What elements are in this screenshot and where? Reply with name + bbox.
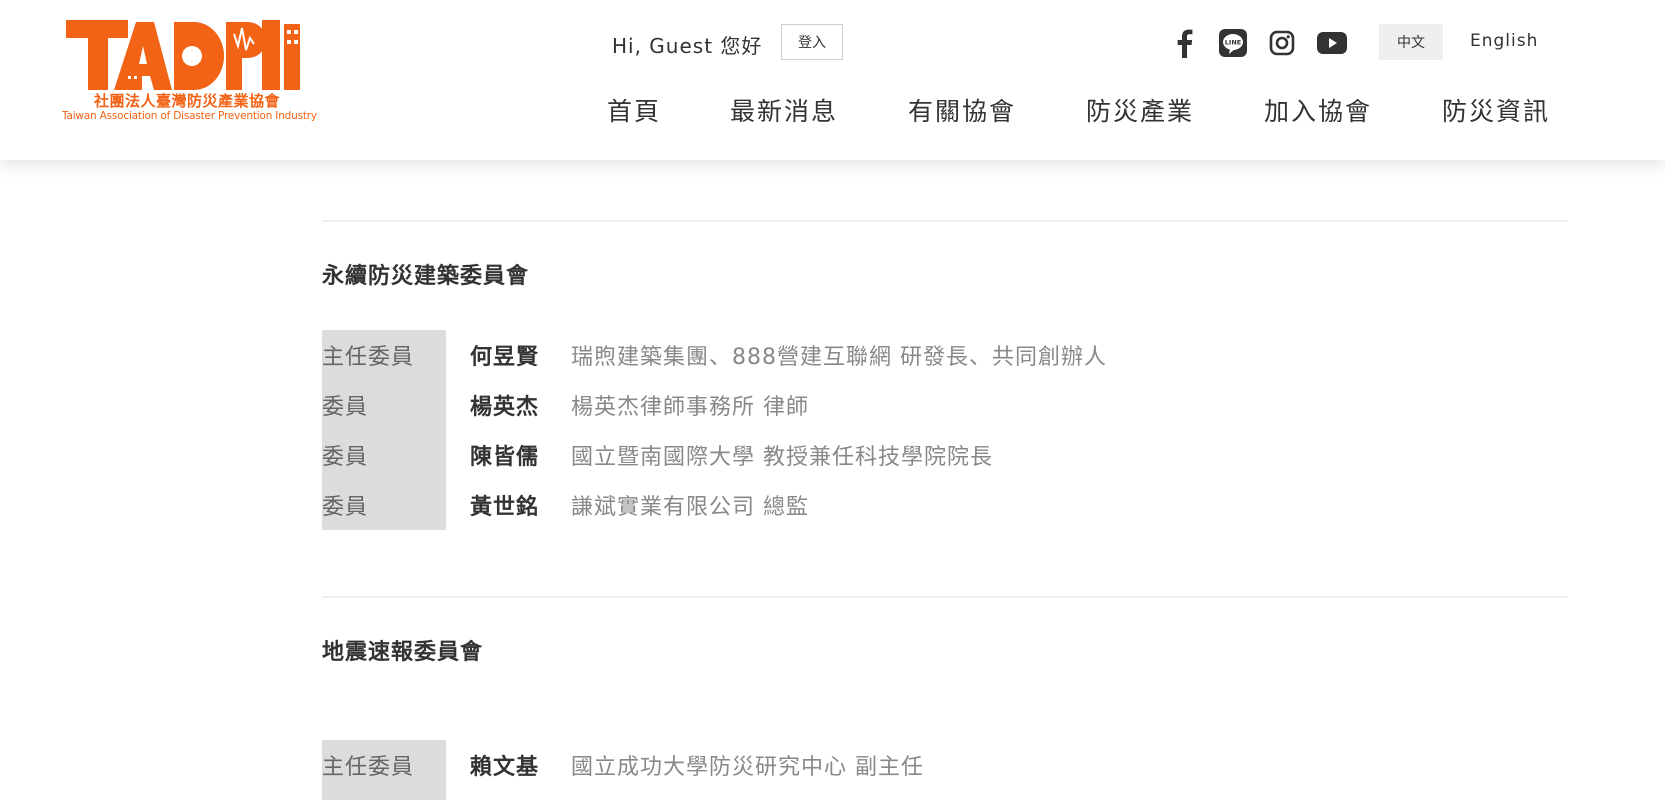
section-divider xyxy=(322,220,1568,222)
facebook-icon[interactable] xyxy=(1168,27,1200,59)
member-name: 何昱賢 xyxy=(470,345,540,370)
instagram-icon[interactable] xyxy=(1266,27,1298,59)
member-role: 主任委員 xyxy=(322,755,415,780)
member-role: 委員 xyxy=(322,495,369,520)
committee-section: 永續防災建築委員會 主任委員 何昱賢 瑞煦建築集團、888營建互聯網 研發長、共… xyxy=(322,258,1568,530)
member-row: 委員 黃世銘 謙斌實業有限公司 總監 xyxy=(322,480,1568,530)
site-header: 社團法人臺灣防災產業協會 Taiwan Association of Disas… xyxy=(0,0,1665,160)
committee-section: 地震速報委員會 主任委員 賴文基 國立成功大學防災研究中心 副主任 xyxy=(322,634,1568,800)
section-divider xyxy=(322,596,1568,598)
member-table: 主任委員 何昱賢 瑞煦建築集團、888營建互聯網 研發長、共同創辦人 委員 楊英… xyxy=(322,330,1568,530)
member-row: 委員 楊英杰 楊英杰律師事務所 律師 xyxy=(322,380,1568,430)
member-role: 委員 xyxy=(322,445,369,470)
section-title: 地震速報委員會 xyxy=(322,640,484,665)
member-desc: 謙斌實業有限公司 總監 xyxy=(571,495,809,520)
nav-join[interactable]: 加入協會 xyxy=(1264,92,1372,128)
nav-news[interactable]: 最新消息 xyxy=(730,92,838,128)
member-name: 陳皆儒 xyxy=(470,445,540,470)
youtube-icon[interactable] xyxy=(1316,27,1348,59)
committee-content: 永續防災建築委員會 主任委員 何昱賢 瑞煦建築集團、888營建互聯網 研發長、共… xyxy=(322,220,1568,800)
member-name: 楊英杰 xyxy=(470,395,540,420)
login-button[interactable]: 登入 xyxy=(781,24,843,60)
section-title: 永續防災建築委員會 xyxy=(322,264,530,289)
member-role: 主任委員 xyxy=(322,345,415,370)
member-row: 主任委員 何昱賢 瑞煦建築集團、888營建互聯網 研發長、共同創辦人 xyxy=(322,330,1568,380)
nav-home[interactable]: 首頁 xyxy=(607,92,661,128)
member-desc: 國立暨南國際大學 教授兼任科技學院院長 xyxy=(571,445,993,470)
line-icon[interactable]: LINE xyxy=(1217,27,1249,59)
member-role: 委員 xyxy=(322,395,369,420)
member-desc: 國立成功大學防災研究中心 副主任 xyxy=(571,755,924,780)
member-name: 黃世銘 xyxy=(470,495,540,520)
svg-text:LINE: LINE xyxy=(1225,39,1241,47)
member-row: 委員 陳皆儒 國立暨南國際大學 教授兼任科技學院院長 xyxy=(322,430,1568,480)
logo-name-zh: 社團法人臺灣防災產業協會 xyxy=(93,92,280,110)
member-row: 主任委員 賴文基 國立成功大學防災研究中心 副主任 xyxy=(322,740,1568,790)
nav-industry[interactable]: 防災產業 xyxy=(1086,92,1194,128)
language-en-button[interactable]: English xyxy=(1470,31,1538,51)
site-logo[interactable]: 社團法人臺灣防災產業協會 Taiwan Association of Disas… xyxy=(62,18,317,128)
member-desc: 瑞煦建築集團、888營建互聯網 研發長、共同創辦人 xyxy=(571,345,1107,370)
nav-info[interactable]: 防災資訊 xyxy=(1442,92,1550,128)
member-table: 主任委員 賴文基 國立成功大學防災研究中心 副主任 xyxy=(322,740,1568,800)
member-name: 賴文基 xyxy=(470,755,540,780)
language-zh-button[interactable]: 中文 xyxy=(1379,24,1443,60)
greeting-text: Hi, Guest 您好 xyxy=(612,34,763,58)
tadpi-logo-art xyxy=(66,20,300,90)
nav-about[interactable]: 有關協會 xyxy=(908,92,1016,128)
logo-name-en: Taiwan Association of Disaster Preventio… xyxy=(62,110,317,122)
member-desc: 楊英杰律師事務所 律師 xyxy=(571,395,809,420)
